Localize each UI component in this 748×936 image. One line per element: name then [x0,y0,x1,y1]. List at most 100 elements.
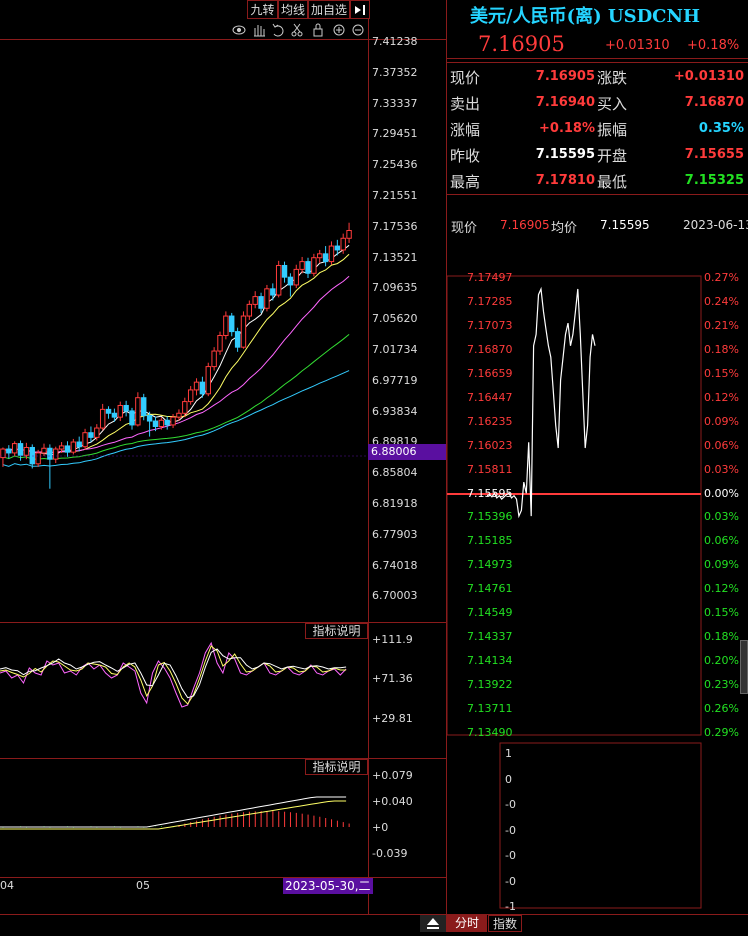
quote-value: +0.18% [539,121,595,136]
candle [82,428,88,450]
candlestick-chart[interactable] [0,40,368,622]
tab-index[interactable]: 指数 [488,915,522,932]
intraday-pct-tick: 0.00% [704,486,739,500]
volume-tick: -0 [505,798,516,811]
quote-value: 7.16940 [535,95,595,110]
exit-icon[interactable] [350,0,370,19]
lock-icon[interactable] [313,23,323,37]
intraday-pct-tick: 0.09% [704,414,739,428]
intraday-price-tick: 7.14134 [467,654,513,668]
ind2-tick: +0.040 [372,795,413,808]
scroll-up-button[interactable] [420,915,446,932]
candle [317,249,323,264]
price-axis-tick: 7.05620 [372,312,418,326]
quote-label: 昨收 [450,147,481,165]
undo-icon[interactable] [272,23,284,37]
intraday-pct-tick: 0.03% [704,510,739,524]
candle [258,292,264,313]
cursor-price: 6.88006 [371,445,417,458]
quote-change: +0.01310 [605,38,670,53]
minute-date: 2023-06-13 [683,218,748,232]
price-axis-tick: 6.85804 [372,466,418,480]
candle [211,347,217,371]
intraday-pct-tick: 0.06% [704,438,739,452]
quote-row: 现价 7.16905 涨跌 +0.01310 [450,63,746,89]
intraday-pct-tick: 0.12% [704,390,739,404]
quote-label: 现价 [450,69,481,87]
price-axis-tick: 7.13521 [372,250,418,264]
scissors-icon[interactable] [291,23,303,37]
price-axis-tick: 7.29451 [372,127,418,141]
macd-dif-line [0,796,347,828]
candle [234,327,241,352]
quote-label: 振幅 [597,121,628,139]
volume-tick: -0 [505,823,516,837]
tool-icons[interactable] [228,21,370,39]
hand-icon[interactable] [254,25,265,37]
date-label: 05 [136,879,150,892]
price-axis-tick: 7.17536 [372,219,418,233]
quote-title: 美元/人民币(离) USDCNH [470,6,700,27]
nine-turn-button[interactable]: 九转 [247,0,278,19]
tab-minute[interactable]: 分时 [447,915,487,932]
volume-frame [499,742,702,909]
candle [29,444,35,469]
candle [217,331,223,355]
candle [105,406,112,419]
intraday-price-tick: 7.16659 [467,366,513,380]
candle [187,386,194,405]
scrollbar-handle[interactable] [740,640,748,694]
candle [88,426,94,443]
intraday-pct-tick: 0.12% [704,582,739,596]
price-axis-tick: 7.21551 [372,189,418,202]
candle [117,401,123,422]
intraday-pct-tick: 0.21% [704,318,739,332]
candle [252,291,258,309]
candle [129,407,135,430]
candle [76,436,82,452]
zoom-out-icon[interactable] [352,24,364,36]
candle [53,446,59,464]
kdj-indicator-chart [0,641,347,708]
intraday-price-tick: 7.15185 [467,534,513,548]
intraday-chart[interactable] [447,238,748,914]
quote-label: 开盘 [597,147,628,165]
intraday-pct-tick: 0.29% [704,726,739,739]
price-axis-tick: 6.93834 [372,404,418,418]
ma-button[interactable]: 均线 [278,0,308,19]
candle [193,378,200,396]
ma40-line [2,334,350,460]
quote-value: 0.35% [698,121,744,136]
price-axis-tick: 7.33337 [372,96,418,110]
intraday-price-tick: 7.17497 [467,271,513,284]
macd-dea-line [0,800,347,830]
intraday-price-tick: 7.14549 [467,606,513,620]
date-label: 04 [0,879,14,892]
quote-value: 7.15325 [684,173,744,188]
intraday-price-tick: 7.13490 [467,726,513,739]
zoom-in-icon[interactable] [333,24,345,36]
candle [322,246,329,267]
intraday-pct-tick: 0.15% [704,606,739,620]
intraday-price-tick: 7.16235 [467,414,513,428]
quote-label: 卖出 [450,95,481,113]
candle [146,411,153,437]
kdj-line [0,641,347,708]
price-axis-tick: 7.37352 [372,65,418,79]
candle [270,283,276,301]
add-favorite-button[interactable]: 加自选 [308,0,350,19]
intraday-price-tick: 7.17285 [467,294,513,308]
ind2-tick: +0.079 [372,769,413,782]
candle [123,400,129,417]
ind2-tick: -0.039 [372,847,408,860]
intraday-pct-tick: 0.20% [704,654,739,668]
kdj-line [0,645,347,705]
candle [47,444,53,489]
eye-icon[interactable] [232,25,246,35]
intraday-pct-tick: 0.18% [704,342,739,356]
volume-tick: -0 [505,849,516,862]
intraday-price-tick: 7.16870 [467,342,513,356]
intraday-price-tick: 7.16023 [467,438,513,452]
quote-label: 买入 [597,95,628,113]
quote-label: 涨跌 [597,69,628,87]
